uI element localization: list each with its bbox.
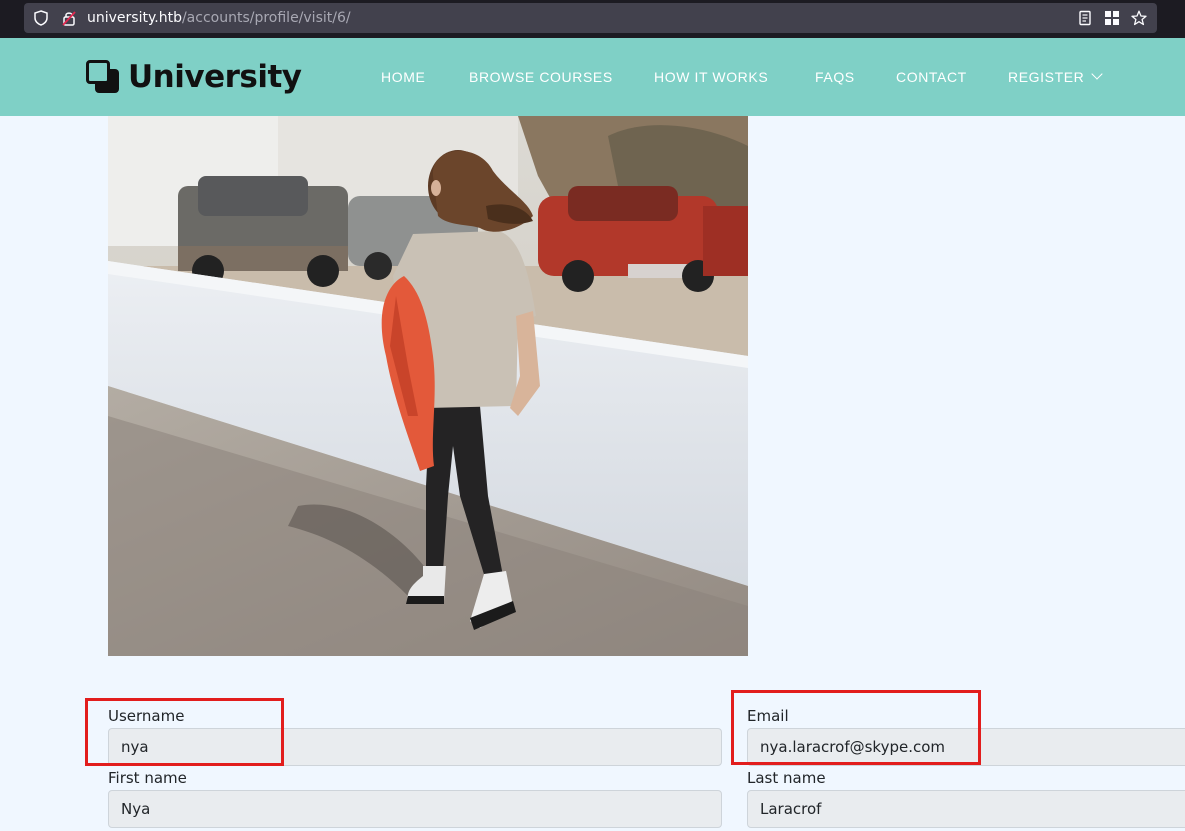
nav-faqs[interactable]: FAQS	[815, 68, 855, 86]
last-name-label: Last name	[747, 769, 826, 787]
nav-how-it-works[interactable]: HOW IT WORKS	[654, 68, 768, 86]
bookmark-star-icon[interactable]	[1131, 10, 1147, 26]
nav-menu: HOME BROWSE COURSES HOW IT WORKS FAQS CO…	[0, 68, 1185, 88]
nav-browse-courses[interactable]: BROWSE COURSES	[469, 68, 613, 86]
insecure-lock-icon[interactable]	[61, 10, 77, 26]
email-highlight-box	[731, 690, 981, 765]
url-domain: university.htb	[87, 10, 182, 26]
reader-view-icon[interactable]	[1077, 10, 1093, 26]
first-name-label: First name	[108, 769, 187, 787]
last-name-field[interactable]: Laracrof	[747, 790, 1185, 828]
chevron-down-icon	[1091, 68, 1104, 80]
nav-register[interactable]: REGISTER	[1008, 68, 1104, 86]
shield-icon[interactable]	[33, 10, 49, 26]
url-text[interactable]: university.htb/accounts/profile/visit/6/	[87, 9, 351, 27]
site-navbar: University HOME BROWSE COURSES HOW IT WO…	[0, 38, 1185, 116]
url-bar[interactable]: university.htb/accounts/profile/visit/6/	[24, 3, 1157, 33]
profile-photo	[108, 116, 748, 656]
browser-toolbar: university.htb/accounts/profile/visit/6/	[0, 0, 1185, 38]
nav-register-label: REGISTER	[1008, 69, 1085, 85]
nav-home[interactable]: HOME	[381, 68, 425, 86]
first-name-field[interactable]: Nya	[108, 790, 722, 828]
url-path: /accounts/profile/visit/6/	[181, 10, 351, 26]
extensions-grid-icon[interactable]	[1104, 10, 1120, 26]
nav-contact[interactable]: CONTACT	[896, 68, 967, 86]
username-highlight-box	[85, 698, 284, 766]
